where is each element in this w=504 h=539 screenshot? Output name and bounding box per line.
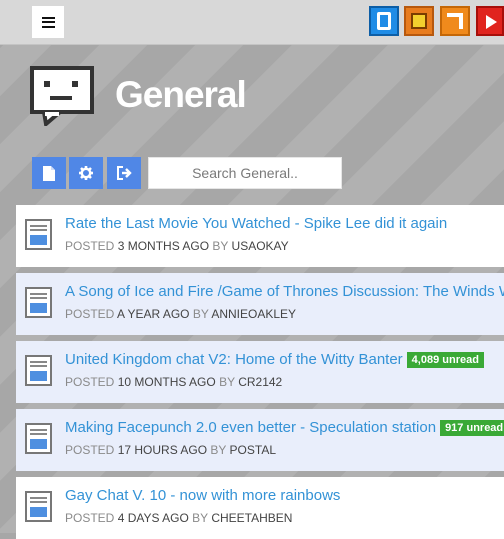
thread-author[interactable]: POSTAL <box>230 443 276 457</box>
menu-button[interactable] <box>32 6 64 38</box>
thread-meta: POSTED A YEAR AGO BY ANNIEOAKLEY <box>65 307 297 321</box>
thread-title[interactable]: Making Facepunch 2.0 even better - Specu… <box>65 419 504 436</box>
thread-row[interactable]: Making Facepunch 2.0 even better - Specu… <box>16 409 504 471</box>
hamburger-icon <box>41 16 55 28</box>
youtube-icon[interactable] <box>476 6 504 36</box>
thread-row[interactable]: Rate the Last Movie You Watched - Spike … <box>16 205 504 267</box>
thread-icon <box>25 491 52 522</box>
unread-badge[interactable]: 917 unread <box>440 420 504 436</box>
thread-icon <box>25 423 52 454</box>
top-bar <box>0 0 504 45</box>
gmod-icon[interactable] <box>369 6 399 36</box>
thread-row[interactable]: A Song of Ice and Fire /Game of Thrones … <box>16 273 504 335</box>
forum-title: General <box>115 74 247 115</box>
gear-icon <box>79 166 93 180</box>
thread-author[interactable]: CR2142 <box>238 375 282 389</box>
thread-title[interactable]: Rate the Last Movie You Watched - Spike … <box>65 215 447 232</box>
thread-meta: POSTED 17 HOURS AGO BY POSTAL <box>65 443 277 457</box>
settings-button[interactable] <box>69 157 103 189</box>
new-thread-button[interactable] <box>32 157 66 189</box>
thread-icon <box>25 219 52 250</box>
forum-chat-icon <box>30 66 94 126</box>
rss-icon[interactable] <box>440 6 470 36</box>
exit-icon <box>116 166 132 180</box>
document-icon <box>43 165 55 181</box>
thread-icon <box>25 287 52 318</box>
thread-meta: POSTED 3 MONTHS AGO BY USAOKAY <box>65 239 289 253</box>
thread-row[interactable]: United Kingdom chat V2: Home of the Witt… <box>16 341 504 403</box>
thread-title[interactable]: United Kingdom chat V2: Home of the Witt… <box>65 351 484 368</box>
thread-author[interactable]: CHEETAHBEN <box>211 511 292 525</box>
thread-meta: POSTED 4 DAYS AGO BY CHEETAHBEN <box>65 511 293 525</box>
thread-author[interactable]: ANNIEOAKLEY <box>211 307 296 321</box>
exit-button[interactable] <box>107 157 141 189</box>
thread-meta: POSTED 10 MONTHS AGO BY CR2142 <box>65 375 283 389</box>
mayhem-icon[interactable] <box>404 6 434 36</box>
thread-row[interactable]: Gay Chat V. 10 - now with more rainbows … <box>16 477 504 539</box>
thread-author[interactable]: USAOKAY <box>232 239 289 253</box>
unread-badge[interactable]: 4,089 unread <box>406 352 484 368</box>
thread-title[interactable]: A Song of Ice and Fire /Game of Thrones … <box>65 283 504 300</box>
thread-title[interactable]: Gay Chat V. 10 - now with more rainbows <box>65 487 340 504</box>
search-input[interactable] <box>148 157 342 189</box>
thread-icon <box>25 355 52 386</box>
